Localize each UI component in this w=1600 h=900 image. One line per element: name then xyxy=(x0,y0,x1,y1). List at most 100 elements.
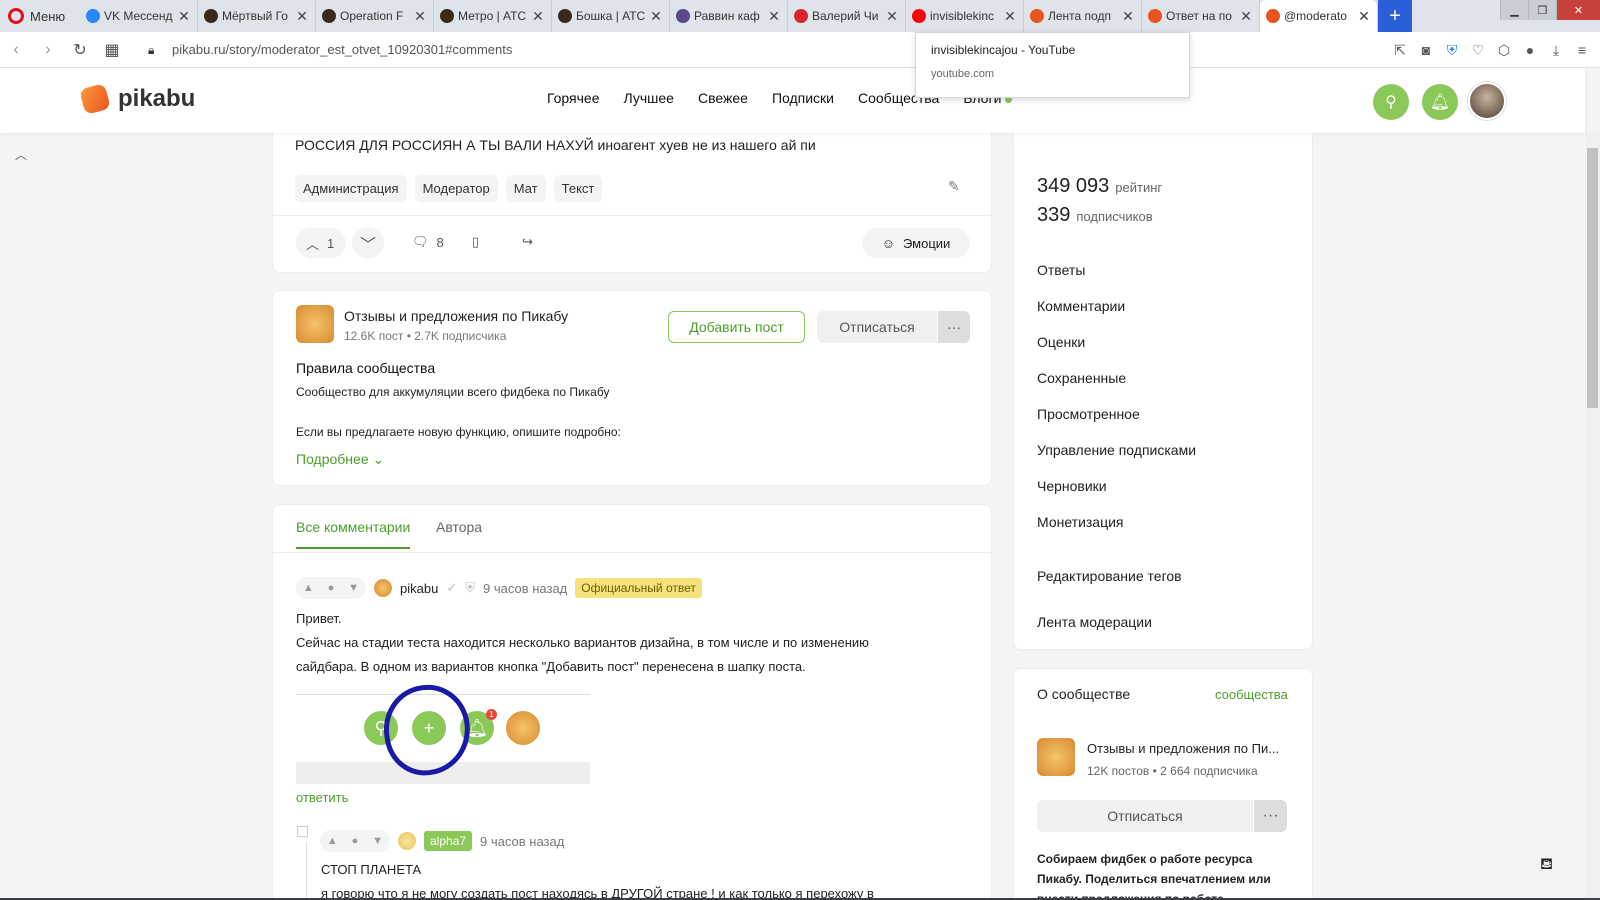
community-name[interactable]: Отзывы и предложения по Пикабу xyxy=(344,308,568,324)
browser-tab[interactable]: Раввин каф ✕ xyxy=(670,0,788,32)
upvote-icon[interactable]: ▲ xyxy=(327,835,338,847)
reply-link[interactable]: ответить xyxy=(296,790,348,805)
sidebar-item-viewed[interactable]: Просмотренное xyxy=(1037,406,1196,442)
tag[interactable]: Модератор xyxy=(414,175,498,202)
tab-all-comments[interactable]: Все комментарии xyxy=(296,519,411,549)
lock-icon[interactable]: 🔒︎ xyxy=(148,43,162,57)
downvote-button[interactable]: ﹀ xyxy=(352,228,384,258)
nav-subscriptions[interactable]: Подписки xyxy=(772,90,834,106)
close-tab-icon[interactable]: ✕ xyxy=(767,8,781,25)
tag[interactable]: Администрация xyxy=(295,175,407,202)
browser-tab[interactable]: Operation F ✕ xyxy=(316,0,434,32)
vpn-shield-icon[interactable]: ⛨ xyxy=(1444,42,1460,58)
emotions-button[interactable]: ☺ Эмоции xyxy=(862,228,970,258)
community-more-button[interactable]: ··· xyxy=(938,311,970,343)
downvote-icon[interactable]: ▼ xyxy=(348,582,359,594)
close-tab-icon[interactable]: ✕ xyxy=(649,8,663,25)
nav-best[interactable]: Лучшее xyxy=(624,90,674,106)
about-link[interactable]: сообщества xyxy=(1215,687,1288,702)
reload-icon[interactable]: ↻ xyxy=(64,40,96,60)
add-post-button[interactable]: Добавить пост xyxy=(668,311,805,343)
close-tab-icon[interactable]: ✕ xyxy=(413,8,427,25)
unsubscribe-button[interactable]: Отписаться xyxy=(817,311,937,343)
comment-image[interactable]: ⚲ + 🔔︎ 1 xyxy=(296,679,590,784)
close-tab-icon[interactable]: ✕ xyxy=(1239,8,1253,25)
browser-tab[interactable]: invisiblekinc ✕ xyxy=(906,0,1024,32)
comment-username[interactable]: alpha7 xyxy=(424,831,473,851)
close-tab-icon[interactable]: ✕ xyxy=(885,8,899,25)
close-tab-icon[interactable]: ✕ xyxy=(177,8,191,25)
close-tab-icon[interactable]: ✕ xyxy=(531,8,545,25)
url-field[interactable]: pikabu.ru/story/moderator_est_otvet_1092… xyxy=(172,42,512,57)
comment-avatar[interactable] xyxy=(398,832,416,850)
save-button[interactable]: ▯ xyxy=(472,234,479,250)
browser-tab[interactable]: Ответ на по ✕ xyxy=(1142,0,1260,32)
close-tab-icon[interactable]: ✕ xyxy=(1121,8,1135,25)
tag[interactable]: Мат xyxy=(505,175,546,202)
close-tab-icon[interactable]: ✕ xyxy=(1357,8,1371,25)
browser-tab[interactable]: Валерий Чи ✕ xyxy=(788,0,906,32)
user-avatar[interactable] xyxy=(1468,82,1506,120)
tag[interactable]: Текст xyxy=(553,175,603,202)
about-community-name[interactable]: Отзывы и предложения по Пи... xyxy=(1087,741,1279,756)
browser-tab[interactable]: Бошка | АТС ✕ xyxy=(552,0,670,32)
about-community-avatar[interactable] xyxy=(1037,738,1075,776)
more-link[interactable]: Подробнее ⌄ xyxy=(296,451,384,468)
about-more-button[interactable]: ··· xyxy=(1254,800,1287,832)
minimize-icon[interactable]: ▁ xyxy=(1500,0,1528,20)
close-tab-icon[interactable]: ✕ xyxy=(295,8,309,25)
paint-bucket-icon[interactable]: ⛾ xyxy=(1540,855,1553,875)
scrollbar-thumb[interactable] xyxy=(1587,148,1598,408)
community-avatar[interactable] xyxy=(296,305,334,343)
comment-time[interactable]: 9 часов назад xyxy=(480,834,564,849)
snapshot-icon[interactable]: ◙ xyxy=(1418,42,1434,58)
browser-tab[interactable]: VK Мессенд ✕ xyxy=(80,0,198,32)
box-icon[interactable]: ⬡ xyxy=(1496,42,1512,58)
browser-tab[interactable]: @moderato ✕ xyxy=(1260,0,1378,32)
share-button[interactable]: ↪ xyxy=(522,234,533,250)
browser-tab[interactable]: Лента подп ✕ xyxy=(1024,0,1142,32)
maximize-icon[interactable]: ❐ xyxy=(1528,0,1556,20)
downvote-icon[interactable]: ▼ xyxy=(372,835,383,847)
back-icon[interactable]: ‹ xyxy=(0,41,32,59)
collapse-thread-icon[interactable] xyxy=(297,826,308,837)
browser-tab[interactable]: Метро | АТС ✕ xyxy=(434,0,552,32)
sidebar-item-moderation-feed[interactable]: Лента модерации xyxy=(1037,614,1152,630)
comment-avatar[interactable] xyxy=(374,579,392,597)
comment-username[interactable]: pikabu xyxy=(400,581,438,596)
new-tab-button[interactable]: + xyxy=(1378,0,1412,32)
nav-fresh[interactable]: Свежее xyxy=(698,90,748,106)
sidebar-item-monetization[interactable]: Монетизация xyxy=(1037,514,1196,550)
scrollbar[interactable] xyxy=(1585,133,1600,900)
sidebar-item-ratings[interactable]: Оценки xyxy=(1037,334,1196,370)
comment-time[interactable]: 9 часов назад xyxy=(483,581,567,596)
close-window-icon[interactable]: ✕ xyxy=(1556,0,1600,20)
download-icon[interactable]: ⤓ xyxy=(1548,42,1564,58)
upvote-button[interactable]: ︿ 1 xyxy=(296,228,346,258)
sidebar-item-comments[interactable]: Комментарии xyxy=(1037,298,1196,334)
sidebar-item-drafts[interactable]: Черновики xyxy=(1037,478,1196,514)
share-icon[interactable]: ⇱ xyxy=(1392,42,1408,58)
forward-icon[interactable]: › xyxy=(32,41,64,59)
nav-hot[interactable]: Горячее xyxy=(547,90,600,106)
notifications-button[interactable]: 🔔︎ xyxy=(1422,84,1458,120)
sidebar-item-saved[interactable]: Сохраненные xyxy=(1037,370,1196,406)
sidebar-item-edit-tags[interactable]: Редактирование тегов xyxy=(1037,568,1182,584)
sidebar-item-manage-subs[interactable]: Управление подписками xyxy=(1037,442,1196,478)
tab-author[interactable]: Автора xyxy=(436,519,482,535)
sidebar-item-answers[interactable]: Ответы xyxy=(1037,262,1196,298)
edit-tags-icon[interactable]: ✎ xyxy=(948,178,960,195)
speed-dial-icon[interactable]: ▦ xyxy=(96,40,128,60)
profile-icon[interactable]: ● xyxy=(1522,42,1538,58)
comments-button[interactable]: 🗨︎ 8 xyxy=(412,234,444,250)
scroll-up-icon[interactable]: ︿ xyxy=(15,146,27,163)
search-button[interactable]: ⚲ xyxy=(1373,84,1409,120)
pikabu-logo[interactable]: pikabu xyxy=(79,83,195,115)
easy-setup-icon[interactable]: ≡ xyxy=(1574,42,1590,58)
about-unsubscribe-button[interactable]: Отписаться xyxy=(1037,800,1253,832)
close-tab-icon[interactable]: ✕ xyxy=(1003,8,1017,25)
browser-tab[interactable]: Мёртвый Го ✕ xyxy=(198,0,316,32)
heart-icon[interactable]: ♡ xyxy=(1470,42,1486,58)
upvote-icon[interactable]: ▲ xyxy=(303,582,314,594)
opera-menu-button[interactable]: Меню xyxy=(0,0,80,32)
